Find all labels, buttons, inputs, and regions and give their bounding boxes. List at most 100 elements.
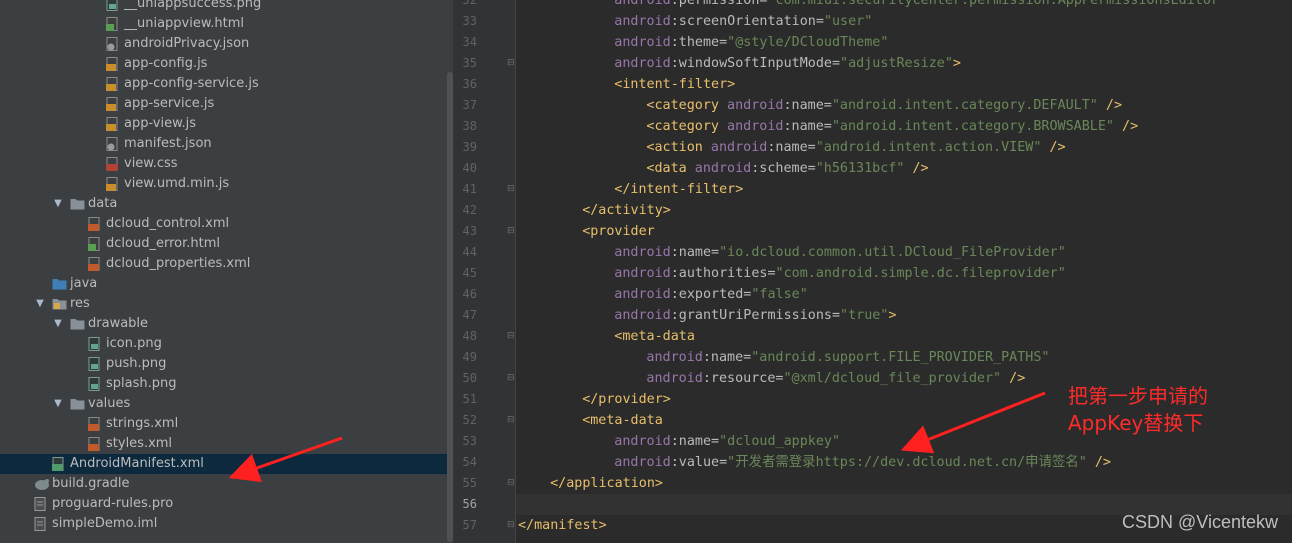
fold-marker-icon[interactable]: ⊟ <box>507 185 516 194</box>
code-token: </provider> <box>582 392 671 407</box>
code-token: </application> <box>550 476 663 491</box>
tree-item[interactable]: java <box>0 274 453 294</box>
code-line[interactable]: <provider <box>516 221 655 242</box>
line-number: 43 <box>462 224 477 238</box>
code-line[interactable]: android:authorities="com.android.simple.… <box>516 263 1065 284</box>
tree-item-label: view.css <box>124 156 178 171</box>
chevron-down-icon[interactable]: ▼ <box>34 294 46 314</box>
line-number: 56 <box>462 497 477 511</box>
tree-item[interactable]: push.png <box>0 354 453 374</box>
code-line[interactable]: <data android:scheme="h56131bcf" /> <box>516 158 929 179</box>
code-token: "com.miui.securitycenter.permission.AppP… <box>767 0 1228 8</box>
code-line[interactable]: </provider> <box>516 389 671 410</box>
code-token: android <box>727 98 784 113</box>
tree-item[interactable]: ▼ data <box>0 194 453 214</box>
tree-item[interactable]: strings.xml <box>0 414 453 434</box>
fold-marker-icon[interactable]: ⊟ <box>507 332 516 341</box>
tree-item[interactable]: styles.xml <box>0 434 453 454</box>
code-line[interactable]: android:resource="@xml/dcloud_file_provi… <box>516 368 1025 389</box>
code-line[interactable]: </application> <box>516 473 663 494</box>
tree-item[interactable]: ▼ values <box>0 394 453 414</box>
tree-item[interactable]: simpleDemo.iml <box>0 514 453 534</box>
tree-item[interactable]: AndroidManifest.xml <box>0 454 453 474</box>
tree-item[interactable]: app-view.js <box>0 114 453 134</box>
code-line[interactable]: <category android:name="android.intent.c… <box>516 116 1138 137</box>
fold-marker-icon[interactable]: ⊟ <box>507 374 516 383</box>
file-icon <box>34 517 47 531</box>
chevron-down-icon[interactable]: ▼ <box>52 194 64 214</box>
code-line[interactable]: </manifest> <box>516 515 607 536</box>
tree-item-label: splash.png <box>106 376 177 391</box>
tree-item-label: dcloud_control.xml <box>106 216 230 231</box>
tree-item[interactable]: view.css <box>0 154 453 174</box>
tree-item[interactable]: app-service.js <box>0 94 453 114</box>
line-number: 46 <box>462 287 477 301</box>
code-line[interactable]: <meta-data <box>516 410 663 431</box>
code-line[interactable]: <meta-data <box>516 326 695 347</box>
tree-item[interactable]: app-config.js <box>0 54 453 74</box>
code-line[interactable]: <intent-filter> <box>516 74 735 95</box>
code-token: "android.intent.action.VIEW" <box>815 140 1042 155</box>
code-line[interactable]: android:name="io.dcloud.common.util.DClo… <box>516 242 1065 263</box>
tree-item[interactable]: dcloud_error.html <box>0 234 453 254</box>
tree-item[interactable]: ▼ res <box>0 294 453 314</box>
code-line[interactable]: <category android:name="android.intent.c… <box>516 95 1122 116</box>
code-token: :name= <box>702 350 752 365</box>
tree-item[interactable]: dcloud_control.xml <box>0 214 453 234</box>
tree-item-label: build.gradle <box>52 476 130 491</box>
code-line[interactable]: </activity> <box>516 200 671 221</box>
code-line[interactable]: android:grantUriPermissions="true"> <box>516 305 896 326</box>
code-token: /> <box>1001 371 1026 386</box>
fold-marker-icon[interactable]: ⊟ <box>507 416 516 425</box>
tree-item[interactable]: view.umd.min.js <box>0 174 453 194</box>
tree-item[interactable]: dcloud_properties.xml <box>0 254 453 274</box>
tree-item[interactable]: proguard-rules.pro <box>0 494 453 514</box>
code-line[interactable]: android:windowSoftInputMode="adjustResiz… <box>516 53 961 74</box>
code-token: :exported= <box>670 287 752 302</box>
code-token: :name= <box>767 140 816 155</box>
code-line[interactable]: android:permission="com.miui.securitycen… <box>516 0 1227 11</box>
tree-item-label: proguard-rules.pro <box>52 496 174 511</box>
js-file-icon <box>106 77 119 91</box>
tree-item-label: values <box>88 396 131 411</box>
code-token: :windowSoftInputMode= <box>670 56 841 71</box>
tree-item[interactable]: splash.png <box>0 374 453 394</box>
tree-item[interactable]: __uniappsuccess.png <box>0 0 453 14</box>
code-line[interactable]: android:theme="@style/DCloudTheme" <box>516 32 888 53</box>
line-number: 44 <box>462 245 477 259</box>
code-token: /> <box>904 161 929 176</box>
code-line[interactable]: android:value="开发者需登录https://dev.dcloud.… <box>516 452 1111 473</box>
code-line[interactable]: </intent-filter> <box>516 179 743 200</box>
chevron-down-icon[interactable]: ▼ <box>52 394 64 414</box>
tree-item[interactable]: icon.png <box>0 334 453 354</box>
fold-marker-icon[interactable]: ⊟ <box>507 479 516 488</box>
tree-item[interactable]: app-config-service.js <box>0 74 453 94</box>
project-tree[interactable]: __uniappsuccess.png __uniappview.html andr… <box>0 0 453 543</box>
tree-item-label: view.umd.min.js <box>124 176 230 191</box>
code-token: android <box>646 350 703 365</box>
fold-marker-icon[interactable]: ⊟ <box>507 227 516 236</box>
code-line[interactable]: android:screenOrientation="user" <box>516 11 872 32</box>
tree-item[interactable]: build.gradle <box>0 474 453 494</box>
code-editor[interactable]: android:permission="com.miui.securitycen… <box>516 0 1292 543</box>
tree-item[interactable]: __uniappview.html <box>0 14 453 34</box>
code-line[interactable]: <action android:name="android.intent.act… <box>516 137 1065 158</box>
tree-item[interactable]: manifest.json <box>0 134 453 154</box>
code-token: android <box>614 266 671 281</box>
line-number: 34 <box>462 35 477 49</box>
tree-item-label: app-service.js <box>124 96 215 111</box>
code-token: :resource= <box>702 371 784 386</box>
tree-item-label: dcloud_properties.xml <box>106 256 251 271</box>
fold-marker-icon[interactable]: ⊟ <box>507 521 516 530</box>
html-file-icon <box>88 237 101 251</box>
fold-marker-icon[interactable]: ⊟ <box>507 59 516 68</box>
tree-item-label: icon.png <box>106 336 162 351</box>
tree-item[interactable]: ▼ drawable <box>0 314 453 334</box>
chevron-down-icon[interactable]: ▼ <box>52 314 64 334</box>
code-token: android <box>614 14 671 29</box>
code-line[interactable]: android:name="dcloud_appkey" <box>516 431 840 452</box>
code-line[interactable]: android:exported="false" <box>516 284 808 305</box>
annotation-line-1: 把第一步申请的 <box>1068 384 1208 408</box>
tree-item[interactable]: androidPrivacy.json <box>0 34 453 54</box>
code-line[interactable]: android:name="android.support.FILE_PROVI… <box>516 347 1049 368</box>
